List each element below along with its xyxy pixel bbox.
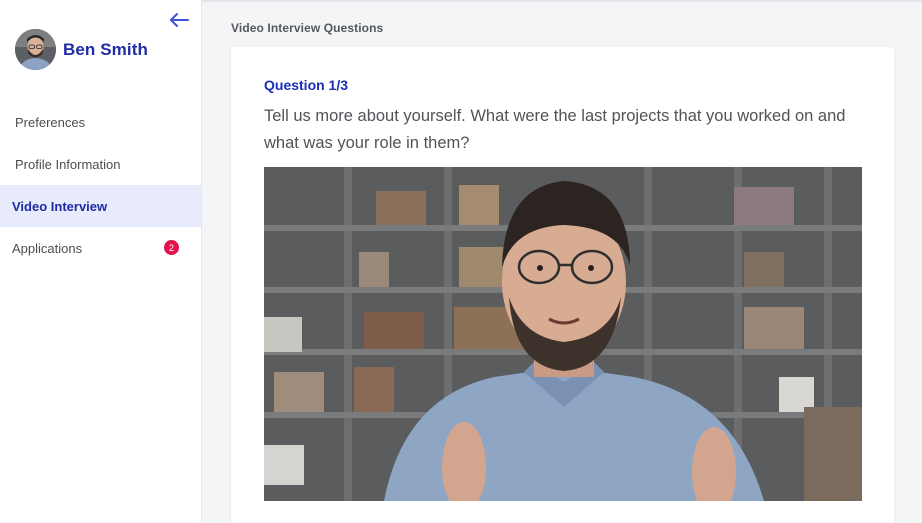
sidebar-item-profile-information[interactable]: Profile Information	[0, 143, 201, 185]
sidebar-nav: Preferences Profile Information Video In…	[0, 101, 201, 269]
video-frame	[264, 167, 862, 501]
question-card: Question 1/3 Tell us more about yourself…	[231, 47, 894, 523]
sidebar: Ben Smith Preferences Profile Informatio…	[0, 0, 202, 523]
profile-name: Ben Smith	[63, 39, 148, 59]
question-counter: Question 1/3	[264, 77, 349, 93]
back-button[interactable]	[168, 10, 190, 30]
sidebar-item-label: Applications	[12, 240, 83, 256]
main-content: Video Interview Questions Question 1/3 T…	[202, 0, 922, 523]
divider	[202, 0, 922, 2]
notification-badge: 2	[164, 240, 179, 255]
question-text: Tell us more about yourself. What were t…	[264, 107, 846, 152]
avatar[interactable]	[15, 29, 56, 70]
arrow-left-icon	[170, 13, 189, 27]
profile: Ben Smith	[15, 29, 148, 70]
page-title: Video Interview Questions	[231, 21, 384, 35]
sidebar-item-applications[interactable]: Applications 2	[0, 227, 201, 269]
sidebar-item-preferences[interactable]: Preferences	[0, 101, 201, 143]
sidebar-item-video-interview[interactable]: Video Interview	[0, 185, 201, 227]
app-root: Ben Smith Preferences Profile Informatio…	[0, 0, 922, 523]
video-player[interactable]	[264, 167, 862, 501]
